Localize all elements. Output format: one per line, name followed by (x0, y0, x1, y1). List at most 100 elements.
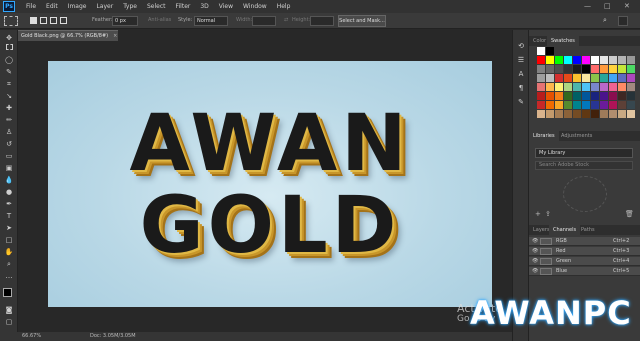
search-icon[interactable]: ⌕ (603, 16, 613, 26)
swatch-cell[interactable] (537, 101, 545, 109)
healing-brush-tool-icon[interactable]: ✚ (4, 104, 14, 113)
swatch-cell[interactable] (537, 92, 545, 100)
channel-row-rgb[interactable]: 👁 RGB Ctrl+2 (529, 237, 640, 246)
paragraph-panel-icon[interactable]: ¶ (516, 84, 526, 93)
swatch-cell[interactable] (564, 56, 572, 64)
swatch-cell[interactable] (546, 101, 554, 109)
swatch-cell[interactable] (609, 74, 617, 82)
visibility-eye-icon[interactable]: 👁 (532, 267, 538, 276)
maximize-button[interactable]: □ (604, 2, 611, 10)
channel-row-red[interactable]: 👁 Red Ctrl+3 (529, 247, 640, 256)
swatch-cell[interactable] (600, 101, 608, 109)
canvas-area[interactable]: AWAN GOLD (18, 41, 512, 332)
foreground-color-swatch[interactable] (3, 288, 12, 297)
swatch-cell[interactable] (582, 56, 590, 64)
swatch-cell[interactable] (609, 83, 617, 91)
menu-3d[interactable]: 3D (195, 3, 213, 10)
path-selection-tool-icon[interactable]: ➤ (4, 224, 14, 233)
tab-paths[interactable]: Paths (577, 225, 599, 235)
swatch-cell[interactable] (537, 65, 545, 73)
style-select[interactable]: Normal (194, 16, 228, 26)
swatch-cell[interactable] (564, 83, 572, 91)
width-input[interactable] (252, 16, 276, 26)
swatch-cell[interactable] (573, 92, 581, 100)
swatch-cell[interactable] (600, 110, 608, 118)
zoom-tool-icon[interactable]: ⌕ (4, 260, 14, 269)
swatch-cell[interactable] (573, 56, 581, 64)
swatch-cell[interactable] (564, 65, 572, 73)
move-tool-icon[interactable]: ✥ (4, 34, 14, 43)
swatch-cell[interactable] (564, 92, 572, 100)
zoom-level[interactable]: 66.67% (22, 333, 41, 339)
swatch-cell[interactable] (546, 92, 554, 100)
character-panel-icon[interactable]: A (516, 70, 526, 79)
new-selection-icon[interactable] (30, 17, 37, 24)
swatch-cell[interactable] (582, 92, 590, 100)
history-brush-tool-icon[interactable]: ↺ (4, 140, 14, 149)
swatch-cell[interactable] (618, 74, 626, 82)
swatch-cell[interactable] (618, 65, 626, 73)
swatch-cell[interactable] (609, 92, 617, 100)
menu-file[interactable]: File (21, 3, 41, 10)
swatch-cell[interactable] (573, 83, 581, 91)
menu-layer[interactable]: Layer (91, 3, 118, 10)
document-tab[interactable]: Gold Black.png @ 66.7% (RGB/8#) × (18, 30, 118, 41)
swatch-cell[interactable] (564, 101, 572, 109)
swatch-cell[interactable] (618, 110, 626, 118)
intersect-selection-icon[interactable] (60, 17, 67, 24)
swatch-cell[interactable] (582, 83, 590, 91)
subtract-selection-icon[interactable] (50, 17, 57, 24)
rectangle-tool-icon[interactable]: □ (4, 236, 14, 245)
swatch-cell[interactable] (546, 65, 554, 73)
swatch-cell[interactable] (546, 56, 554, 64)
swap-icon[interactable]: ⇄ (284, 17, 288, 23)
swatch-cell[interactable] (618, 101, 626, 109)
properties-panel-icon[interactable]: ☰ (516, 56, 526, 65)
menu-window[interactable]: Window (238, 3, 272, 10)
eyedropper-tool-icon[interactable]: ↘ (4, 92, 14, 101)
swatch-cell[interactable] (555, 65, 563, 73)
swatch-cell[interactable] (600, 74, 608, 82)
swatch-cell[interactable] (564, 110, 572, 118)
swatch-cell[interactable] (600, 65, 608, 73)
swatch-cell[interactable] (618, 83, 626, 91)
swatch-cell[interactable] (573, 101, 581, 109)
swatch-cell[interactable] (591, 92, 599, 100)
swatch-cell[interactable] (591, 74, 599, 82)
swatch-cell[interactable] (537, 47, 545, 55)
library-search-input[interactable]: Search Adobe Stock (535, 161, 633, 170)
swatch-cell[interactable] (582, 65, 590, 73)
swatch-cell[interactable] (555, 74, 563, 82)
crop-tool-icon[interactable]: ⌗ (4, 80, 14, 89)
doc-size-info[interactable]: Doc: 3.05M/3.05M (90, 333, 136, 339)
visibility-eye-icon[interactable]: 👁 (532, 237, 538, 246)
tab-libraries[interactable]: Libraries (529, 131, 559, 141)
swatch-cell[interactable] (555, 101, 563, 109)
menu-edit[interactable]: Edit (41, 3, 63, 10)
tab-adjustments[interactable]: Adjustments (557, 131, 596, 141)
hand-tool-icon[interactable]: ✋ (4, 248, 14, 257)
visibility-eye-icon[interactable]: 👁 (532, 247, 538, 256)
swatch-cell[interactable] (564, 74, 572, 82)
add-content-icon[interactable]: + (535, 210, 541, 218)
swatch-cell[interactable] (600, 83, 608, 91)
visibility-eye-icon[interactable]: 👁 (532, 257, 538, 266)
marquee-preset-icon[interactable] (4, 16, 18, 26)
swatch-cell[interactable] (627, 110, 635, 118)
menu-help[interactable]: Help (272, 3, 296, 10)
channel-row-green[interactable]: 👁 Green Ctrl+4 (529, 257, 640, 266)
document-canvas[interactable]: AWAN GOLD (48, 61, 492, 307)
swatch-cell[interactable] (618, 56, 626, 64)
eraser-tool-icon[interactable]: ▭ (4, 152, 14, 161)
swatch-cell[interactable] (609, 56, 617, 64)
swatch-cell[interactable] (582, 101, 590, 109)
swatch-cell[interactable] (555, 92, 563, 100)
library-trash-icon[interactable]: 🗑 (625, 210, 634, 218)
feather-input[interactable]: 0 px (112, 16, 138, 26)
height-input[interactable] (310, 16, 334, 26)
swatch-cell[interactable] (591, 101, 599, 109)
screen-mode-icon[interactable]: ▢ (4, 318, 14, 327)
swatch-cell[interactable] (582, 110, 590, 118)
upload-icon[interactable]: ⇪ (545, 210, 551, 218)
blur-tool-icon[interactable]: 💧 (4, 176, 14, 185)
